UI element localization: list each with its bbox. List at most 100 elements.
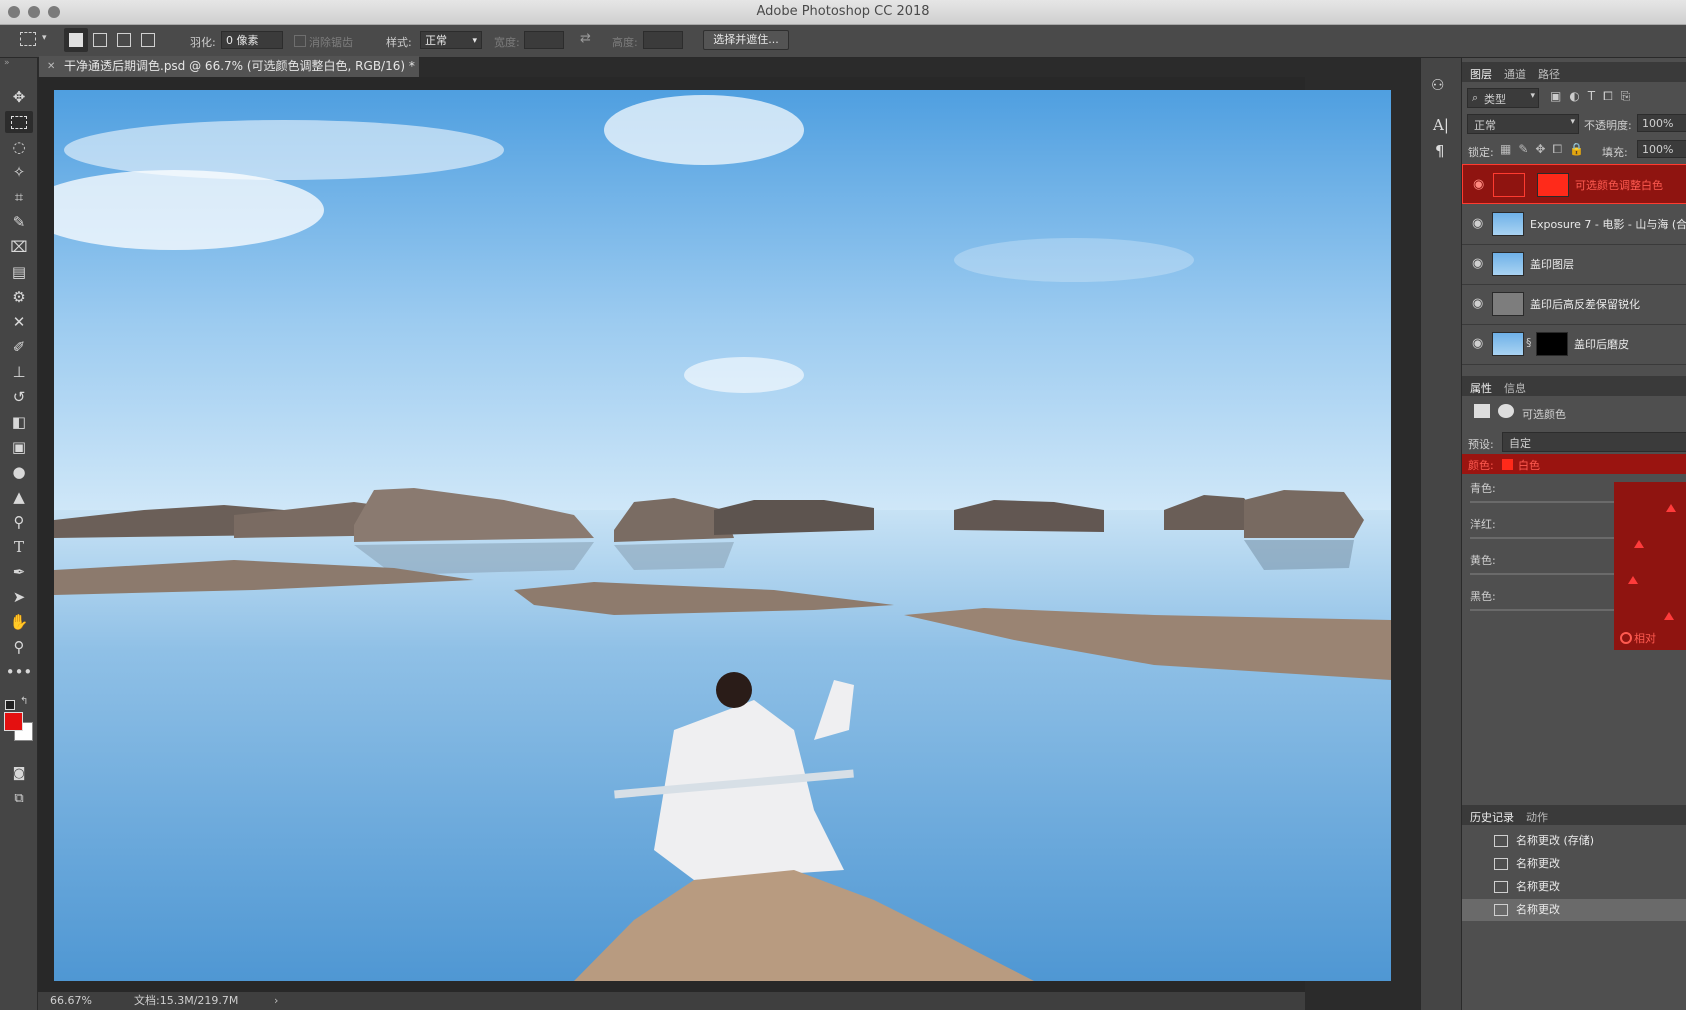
history-item[interactable]: 名称更改 bbox=[1462, 899, 1686, 921]
black-slider-thumb[interactable] bbox=[1664, 612, 1674, 620]
content-aware-move-icon[interactable]: ✕ bbox=[5, 311, 33, 333]
tab-channels[interactable]: 通道 bbox=[1504, 66, 1526, 82]
relative-radio[interactable] bbox=[1620, 632, 1632, 644]
select-and-mask-button[interactable]: 选择并遮住... bbox=[703, 30, 789, 50]
eye-icon[interactable]: ◉ bbox=[1472, 256, 1483, 271]
cyan-slider[interactable] bbox=[1470, 501, 1615, 503]
layer-row[interactable]: ◉ 可选颜色调整白色 bbox=[1462, 164, 1686, 204]
character-panel-icon[interactable]: A| bbox=[1433, 116, 1449, 134]
eye-icon[interactable]: ◉ bbox=[1472, 216, 1483, 231]
blur-tool-icon[interactable]: ● bbox=[5, 461, 33, 483]
new-selection-icon bbox=[69, 33, 83, 47]
layer-filter-icons[interactable]: ▣◐T⧠⎘ bbox=[1550, 89, 1638, 104]
link-icon: § bbox=[1526, 336, 1532, 349]
screen-mode-icon[interactable]: ⧉ bbox=[5, 788, 33, 810]
swap-colors-icon[interactable]: ↰ bbox=[20, 696, 28, 707]
document-tab[interactable]: ✕ 干净通透后期调色.psd @ 66.7% (可选颜色调整白色, RGB/16… bbox=[39, 56, 419, 77]
opacity-input[interactable]: 100% bbox=[1637, 114, 1686, 132]
layer-filter-select[interactable]: ⌕ 类型 ▾ bbox=[1467, 88, 1539, 108]
lasso-tool-icon[interactable]: ◌ bbox=[5, 136, 33, 158]
more-tools-icon[interactable]: ••• bbox=[5, 661, 33, 683]
default-colors-icon[interactable] bbox=[5, 700, 15, 710]
paragraph-panel-icon[interactable]: ¶ bbox=[1435, 142, 1445, 160]
document-image[interactable] bbox=[54, 90, 1391, 981]
yellow-slider[interactable] bbox=[1470, 573, 1615, 575]
width-input[interactable] bbox=[524, 31, 564, 49]
dodge-tool-icon[interactable]: ⚲ bbox=[5, 511, 33, 533]
eye-icon[interactable]: ◉ bbox=[1473, 177, 1484, 192]
crop-tool-icon[interactable]: ⌗ bbox=[5, 186, 33, 208]
tab-info[interactable]: 信息 bbox=[1504, 380, 1526, 396]
layer-row[interactable]: ◉ 盖印后高反差保留锐化 bbox=[1462, 284, 1686, 325]
brush-tool-icon[interactable]: ✐ bbox=[5, 336, 33, 358]
collapse-toolbar-icon[interactable]: » bbox=[4, 58, 10, 68]
height-input[interactable] bbox=[643, 31, 683, 49]
gradient-tool-icon[interactable]: ▣ bbox=[5, 436, 33, 458]
magenta-slider-thumb[interactable] bbox=[1634, 540, 1644, 548]
yellow-slider-thumb[interactable] bbox=[1628, 576, 1638, 584]
history-item[interactable]: 名称更改 bbox=[1462, 876, 1686, 898]
tab-actions[interactable]: 动作 bbox=[1526, 809, 1548, 825]
tab-properties[interactable]: 属性 bbox=[1470, 380, 1492, 396]
swap-dimensions-icon[interactable]: ⇄ bbox=[580, 31, 591, 46]
marquee-tool-preset-icon[interactable] bbox=[20, 32, 36, 46]
close-tab-icon[interactable]: ✕ bbox=[47, 56, 55, 77]
rectangular-marquee-tool-icon[interactable] bbox=[5, 111, 33, 133]
preset-select[interactable]: 自定 bbox=[1502, 432, 1686, 452]
eraser-tool-icon[interactable]: ◧ bbox=[5, 411, 33, 433]
slider-yellow-label: 黄色: bbox=[1470, 554, 1496, 567]
magic-wand-tool-icon[interactable]: ✧ bbox=[5, 161, 33, 183]
intersect-selection-icon[interactable] bbox=[141, 33, 155, 47]
tab-layers[interactable]: 图层 bbox=[1470, 66, 1492, 82]
black-slider[interactable] bbox=[1470, 609, 1615, 611]
history-brush-tool-icon[interactable]: ↺ bbox=[5, 386, 33, 408]
layer-row[interactable]: ◉ 盖印图层 bbox=[1462, 244, 1686, 285]
layer-thumbnail bbox=[1492, 332, 1524, 356]
history-item-label: 名称更改 bbox=[1516, 903, 1560, 916]
magenta-slider[interactable] bbox=[1470, 537, 1615, 539]
move-tool-icon[interactable]: ✥ bbox=[5, 86, 33, 108]
eyedropper-tool-icon[interactable]: ✎ bbox=[5, 211, 33, 233]
layer-name: 可选颜色调整白色 bbox=[1575, 179, 1663, 192]
quick-mask-icon[interactable]: ◙ bbox=[5, 763, 33, 785]
healing-brush-tool-icon[interactable]: ▤ bbox=[5, 261, 33, 283]
color-select-row[interactable]: 颜色: 白色 bbox=[1462, 454, 1686, 474]
blend-mode-select[interactable]: 正常 ▾ bbox=[1467, 114, 1579, 134]
add-to-selection-icon[interactable] bbox=[93, 33, 107, 47]
foreground-color-swatch[interactable] bbox=[4, 712, 23, 731]
chevron-down-icon[interactable]: ▾ bbox=[42, 33, 47, 43]
zoom-tool-icon[interactable]: ⚲ bbox=[5, 636, 33, 658]
pen-tool-icon[interactable]: ✒ bbox=[5, 561, 33, 583]
zoom-level[interactable]: 66.67% bbox=[50, 992, 92, 1010]
layer-name: 盖印后高反差保留锐化 bbox=[1530, 298, 1640, 311]
tab-history[interactable]: 历史记录 bbox=[1470, 809, 1514, 825]
document-tab-title: 干净通透后期调色.psd @ 66.7% (可选颜色调整白色, RGB/16) … bbox=[64, 59, 415, 73]
feather-input[interactable]: 0 像素 bbox=[221, 31, 283, 49]
chevron-right-icon[interactable]: › bbox=[274, 992, 278, 1010]
path-selection-tool-icon[interactable]: ➤ bbox=[5, 586, 33, 608]
subtract-selection-icon[interactable] bbox=[117, 33, 131, 47]
type-tool-icon[interactable]: T bbox=[5, 536, 33, 558]
spot-healing-tool-icon[interactable]: ⌧ bbox=[5, 236, 33, 258]
mask-icon[interactable] bbox=[1498, 404, 1514, 418]
lock-icons[interactable]: ▦✎✥⧠🔒 bbox=[1500, 142, 1591, 157]
clone-stamp-tool-icon[interactable]: ⊥ bbox=[5, 361, 33, 383]
fill-input[interactable]: 100% bbox=[1637, 140, 1686, 158]
sharpen-tool-icon[interactable]: ▲ bbox=[5, 486, 33, 508]
hand-tool-icon[interactable]: ✋ bbox=[5, 611, 33, 633]
eye-icon[interactable]: ◉ bbox=[1472, 296, 1483, 311]
tab-paths[interactable]: 路径 bbox=[1538, 66, 1560, 82]
color-value: 白色 bbox=[1518, 459, 1540, 472]
antialias-checkbox[interactable] bbox=[294, 35, 306, 47]
style-select-value: 正常 bbox=[425, 34, 447, 47]
history-state-icon bbox=[1494, 858, 1508, 870]
cyan-slider-thumb[interactable] bbox=[1666, 504, 1676, 512]
layer-row[interactable]: ◉ § 盖印后磨皮 bbox=[1462, 324, 1686, 365]
eye-icon[interactable]: ◉ bbox=[1472, 336, 1483, 351]
style-select[interactable]: 正常 ▾ bbox=[420, 31, 482, 49]
history-item[interactable]: 名称更改 bbox=[1462, 853, 1686, 875]
patch-tool-icon[interactable]: ⚙ bbox=[5, 286, 33, 308]
properties-panel-icon[interactable]: ⚇ bbox=[1431, 76, 1444, 94]
layer-row[interactable]: ◉ Exposure 7 - 电影 - 山与海 (合 bbox=[1462, 204, 1686, 245]
history-item[interactable]: 名称更改 (存储) bbox=[1462, 830, 1686, 852]
